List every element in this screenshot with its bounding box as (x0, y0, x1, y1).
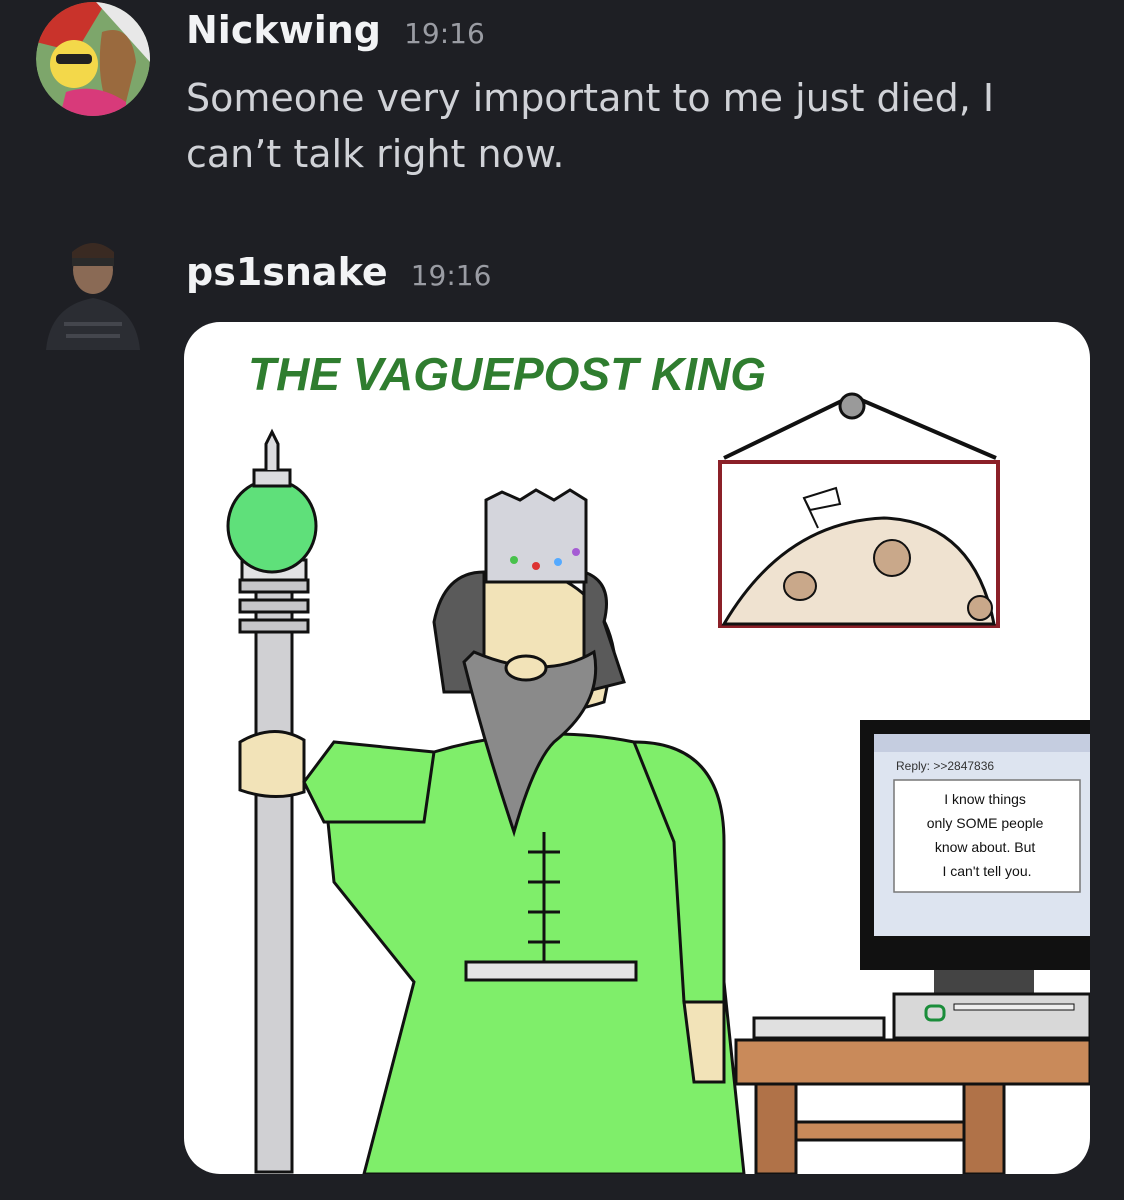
computer-illustration: Reply: >>2847836 I know things only SOME… (752, 720, 1090, 1040)
ps1snake-avatar[interactable] (36, 236, 150, 350)
moon-painting (718, 392, 1000, 628)
screen-reply-text: Reply: >>2847836 (896, 759, 994, 773)
desk-illustration (734, 1038, 1090, 1174)
screen-line-2: only SOME people (927, 815, 1044, 831)
comic-title: THE VAGUEPOST KING (248, 348, 766, 400)
message-text: Someone very important to me just died, … (186, 76, 995, 176)
image-attachment[interactable]: THE VAGUEPOST KING Reply: >>2847836 I kn… (184, 322, 1090, 1174)
staff-illustration (226, 428, 318, 1174)
king-illustration (302, 488, 746, 1174)
timestamp: 19:16 (404, 17, 485, 50)
username[interactable]: ps1snake (186, 250, 388, 294)
timestamp: 19:16 (410, 259, 492, 292)
screen-line-4: I can't tell you. (942, 863, 1031, 879)
screen-line-1: I know things (944, 791, 1026, 807)
nickwing-avatar[interactable] (36, 2, 150, 116)
screen-line-3: know about. But (935, 839, 1036, 855)
username[interactable]: Nickwing (186, 8, 381, 52)
